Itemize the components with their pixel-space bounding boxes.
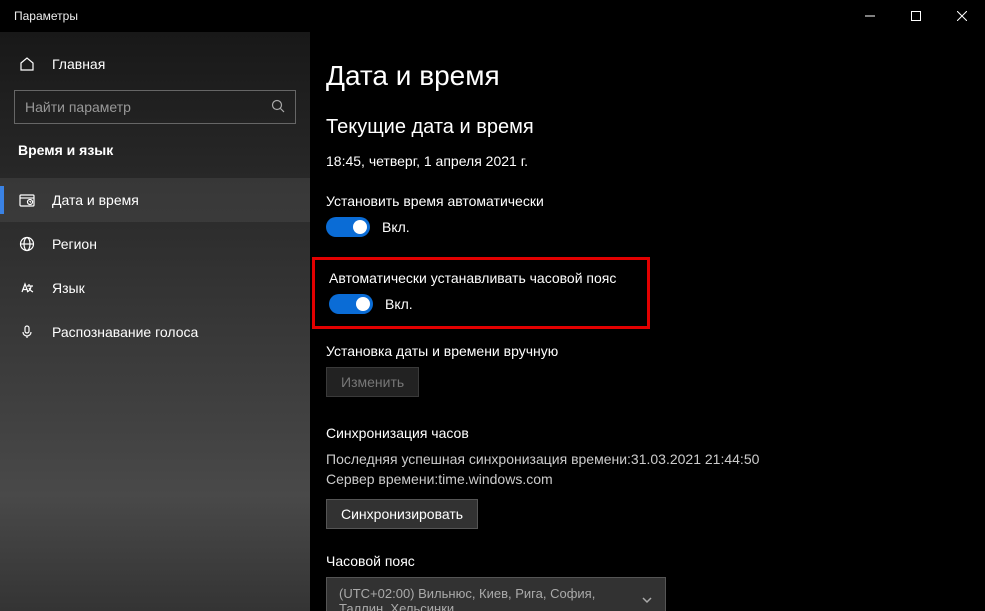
section-title: Время и язык — [0, 142, 310, 168]
subtitle-current: Текущие дата и время — [326, 116, 961, 139]
minimize-button[interactable] — [847, 0, 893, 32]
clock-icon — [18, 192, 36, 208]
content-pane: Дата и время Текущие дата и время 18:45,… — [310, 32, 985, 611]
chevron-down-icon — [641, 594, 653, 609]
search-input[interactable] — [25, 99, 271, 115]
home-label: Главная — [52, 56, 105, 72]
sidebar-item-speech[interactable]: Распознавание голоса — [0, 310, 310, 354]
microphone-icon — [18, 324, 36, 340]
sidebar-item-label: Регион — [52, 236, 97, 252]
home-icon — [18, 56, 36, 72]
sync-button[interactable]: Синхронизировать — [326, 499, 478, 529]
highlight-box: Автоматически устанавливать часовой пояс… — [312, 257, 650, 329]
window-title: Параметры — [14, 9, 847, 23]
sync-last: Последняя успешная синхронизация времени… — [326, 451, 961, 467]
sidebar: Главная Время и язык Дата и время Регион — [0, 32, 310, 611]
sync-server: Сервер времени:time.windows.com — [326, 471, 961, 487]
sidebar-item-region[interactable]: Регион — [0, 222, 310, 266]
manual-set-label: Установка даты и времени вручную — [326, 343, 961, 359]
language-icon — [18, 280, 36, 296]
sync-title: Синхронизация часов — [326, 425, 961, 441]
sidebar-item-label: Распознавание голоса — [52, 324, 198, 340]
auto-time-state: Вкл. — [382, 219, 410, 235]
sidebar-item-label: Дата и время — [52, 192, 139, 208]
home-link[interactable]: Главная — [0, 48, 310, 86]
search-box[interactable] — [14, 90, 296, 124]
auto-time-toggle[interactable] — [326, 217, 370, 237]
auto-tz-toggle[interactable] — [329, 294, 373, 314]
sidebar-item-label: Язык — [52, 280, 85, 296]
auto-time-label: Установить время автоматически — [326, 193, 961, 209]
page-title: Дата и время — [326, 60, 961, 92]
timezone-selected: (UTC+02:00) Вильнюс, Киев, Рига, София, … — [339, 586, 641, 611]
search-icon — [271, 99, 285, 116]
timezone-title: Часовой пояс — [326, 553, 961, 569]
auto-tz-label: Автоматически устанавливать часовой пояс — [329, 270, 633, 286]
close-button[interactable] — [939, 0, 985, 32]
titlebar: Параметры — [0, 0, 985, 32]
change-button: Изменить — [326, 367, 419, 397]
maximize-button[interactable] — [893, 0, 939, 32]
sidebar-item-language[interactable]: Язык — [0, 266, 310, 310]
globe-icon — [18, 236, 36, 252]
sidebar-item-datetime[interactable]: Дата и время — [0, 178, 310, 222]
timezone-select[interactable]: (UTC+02:00) Вильнюс, Киев, Рига, София, … — [326, 577, 666, 611]
current-datetime: 18:45, четверг, 1 апреля 2021 г. — [326, 153, 961, 169]
auto-tz-state: Вкл. — [385, 296, 413, 312]
